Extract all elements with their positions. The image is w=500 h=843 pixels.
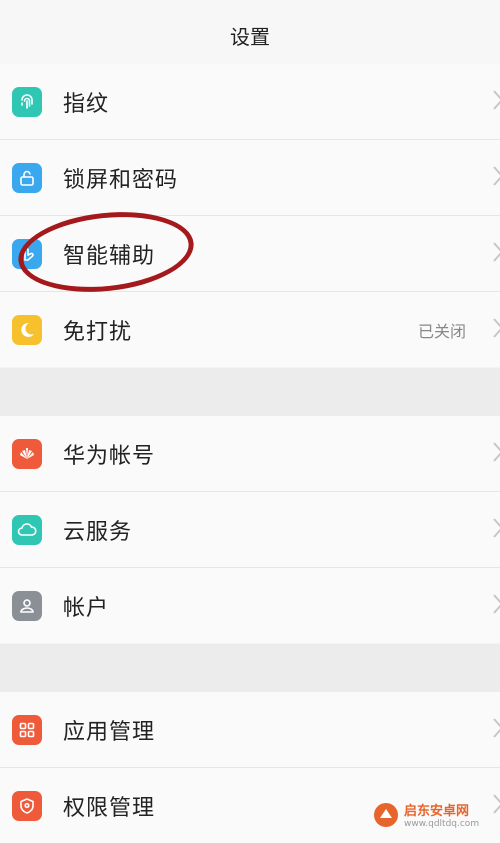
chevron-right-icon [492, 441, 500, 467]
watermark-text: 启东安卓网 [404, 804, 470, 819]
settings-item-label: 锁屏和密码 [63, 167, 179, 193]
huawei-logo-icon [12, 438, 42, 469]
settings-item-cloud-service[interactable]: 云服务 [0, 492, 500, 568]
chevron-right-icon [492, 593, 500, 619]
settings-item-label: 云服务 [63, 519, 133, 545]
status-value: 已关闭 [417, 321, 466, 341]
group-separator [0, 368, 500, 416]
chevron-right-icon [492, 89, 500, 115]
settings-item-label: 指纹 [63, 91, 110, 117]
page-title: 设置 [230, 24, 270, 49]
fingerprint-icon [12, 86, 42, 117]
cloud-icon [12, 514, 42, 545]
site-watermark: 启东安卓网 www.qdltdq.com [372, 796, 500, 833]
lock-icon [12, 162, 42, 193]
person-icon [12, 590, 42, 621]
watermark-url: www.qdltdq.com [404, 819, 480, 829]
settings-item-accounts[interactable]: 帐户 [0, 568, 500, 643]
settings-group-accounts: 华为帐号 云服务 帐户 [0, 416, 500, 643]
settings-item-label: 权限管理 [63, 795, 156, 821]
chevron-right-icon [492, 317, 500, 343]
settings-item-lock-and-password[interactable]: 锁屏和密码 [0, 140, 500, 216]
chevron-right-icon [492, 241, 500, 267]
top-bar: 设置 [0, 0, 500, 71]
settings-item-do-not-disturb[interactable]: 免打扰 已关闭 [0, 292, 500, 367]
settings-item-fingerprint[interactable]: 指纹 [0, 64, 500, 140]
watermark-logo-icon [374, 802, 398, 827]
settings-item-label: 免打扰 [63, 319, 133, 345]
settings-item-label: 帐户 [63, 595, 110, 621]
settings-group-security: 指纹 锁屏和密码 智能辅助 免打扰 已关闭 [0, 64, 500, 367]
apps-grid-icon [12, 714, 42, 745]
settings-item-app-management[interactable]: 应用管理 [0, 692, 500, 768]
moon-icon [12, 314, 42, 345]
settings-item-label: 应用管理 [63, 719, 156, 745]
group-separator [0, 644, 500, 692]
chevron-right-icon [492, 717, 500, 743]
shield-icon [12, 790, 42, 821]
settings-item-label: 华为帐号 [63, 443, 156, 469]
chevron-right-icon [492, 165, 500, 191]
chevron-right-icon [492, 517, 500, 543]
settings-item-huawei-account[interactable]: 华为帐号 [0, 416, 500, 492]
